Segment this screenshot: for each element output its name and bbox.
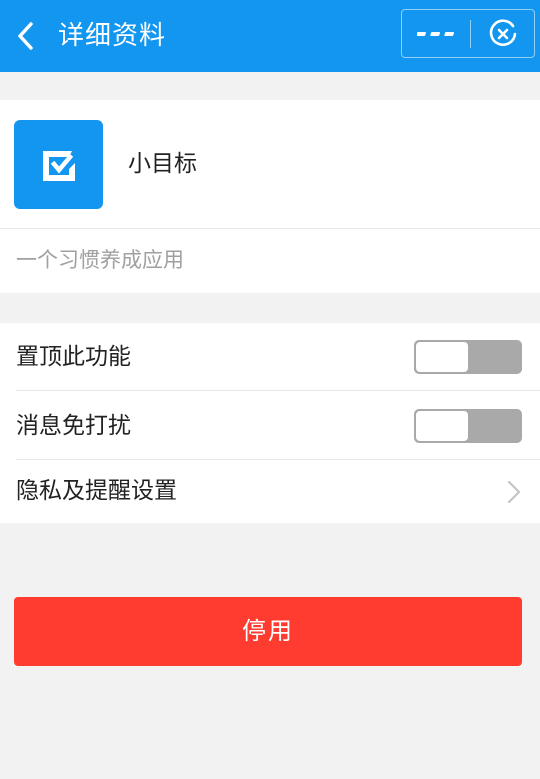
checkbox-icon	[42, 150, 75, 181]
app-info-card: 小目标 一个习惯养成应用	[0, 100, 540, 293]
mute-toggle[interactable]	[414, 409, 522, 443]
settings-row-pin: 置顶此功能	[0, 323, 540, 391]
page-title: 详细资料	[58, 21, 167, 51]
divider	[0, 228, 540, 229]
close-circle-icon	[489, 18, 516, 46]
close-button[interactable]	[471, 10, 534, 57]
app-description: 一个习惯养成应用	[16, 248, 184, 272]
settings-row-label: 隐私及提醒设置	[16, 478, 177, 504]
settings-row-privacy[interactable]: 隐私及提醒设置	[0, 459, 540, 523]
app-name: 小目标	[128, 151, 197, 177]
more-button[interactable]	[402, 10, 470, 57]
chevron-left-icon	[18, 22, 33, 50]
app-icon	[14, 120, 103, 209]
disable-button[interactable]: 停用	[14, 597, 522, 666]
back-button[interactable]	[12, 18, 38, 54]
more-dots-icon	[417, 31, 454, 36]
settings-row-label: 置顶此功能	[16, 344, 131, 370]
settings-list: 置顶此功能 消息免打扰 隐私及提醒设置	[0, 323, 540, 523]
row-divider	[16, 390, 540, 391]
nav-bar: 详细资料	[0, 0, 540, 72]
toggle-knob	[416, 411, 468, 441]
toggle-knob	[416, 342, 468, 372]
settings-row-mute: 消息免打扰	[0, 392, 540, 460]
settings-row-label: 消息免打扰	[16, 413, 131, 439]
mini-program-capsule	[401, 9, 535, 58]
chevron-right-icon	[507, 480, 521, 504]
pin-toggle[interactable]	[414, 340, 522, 374]
